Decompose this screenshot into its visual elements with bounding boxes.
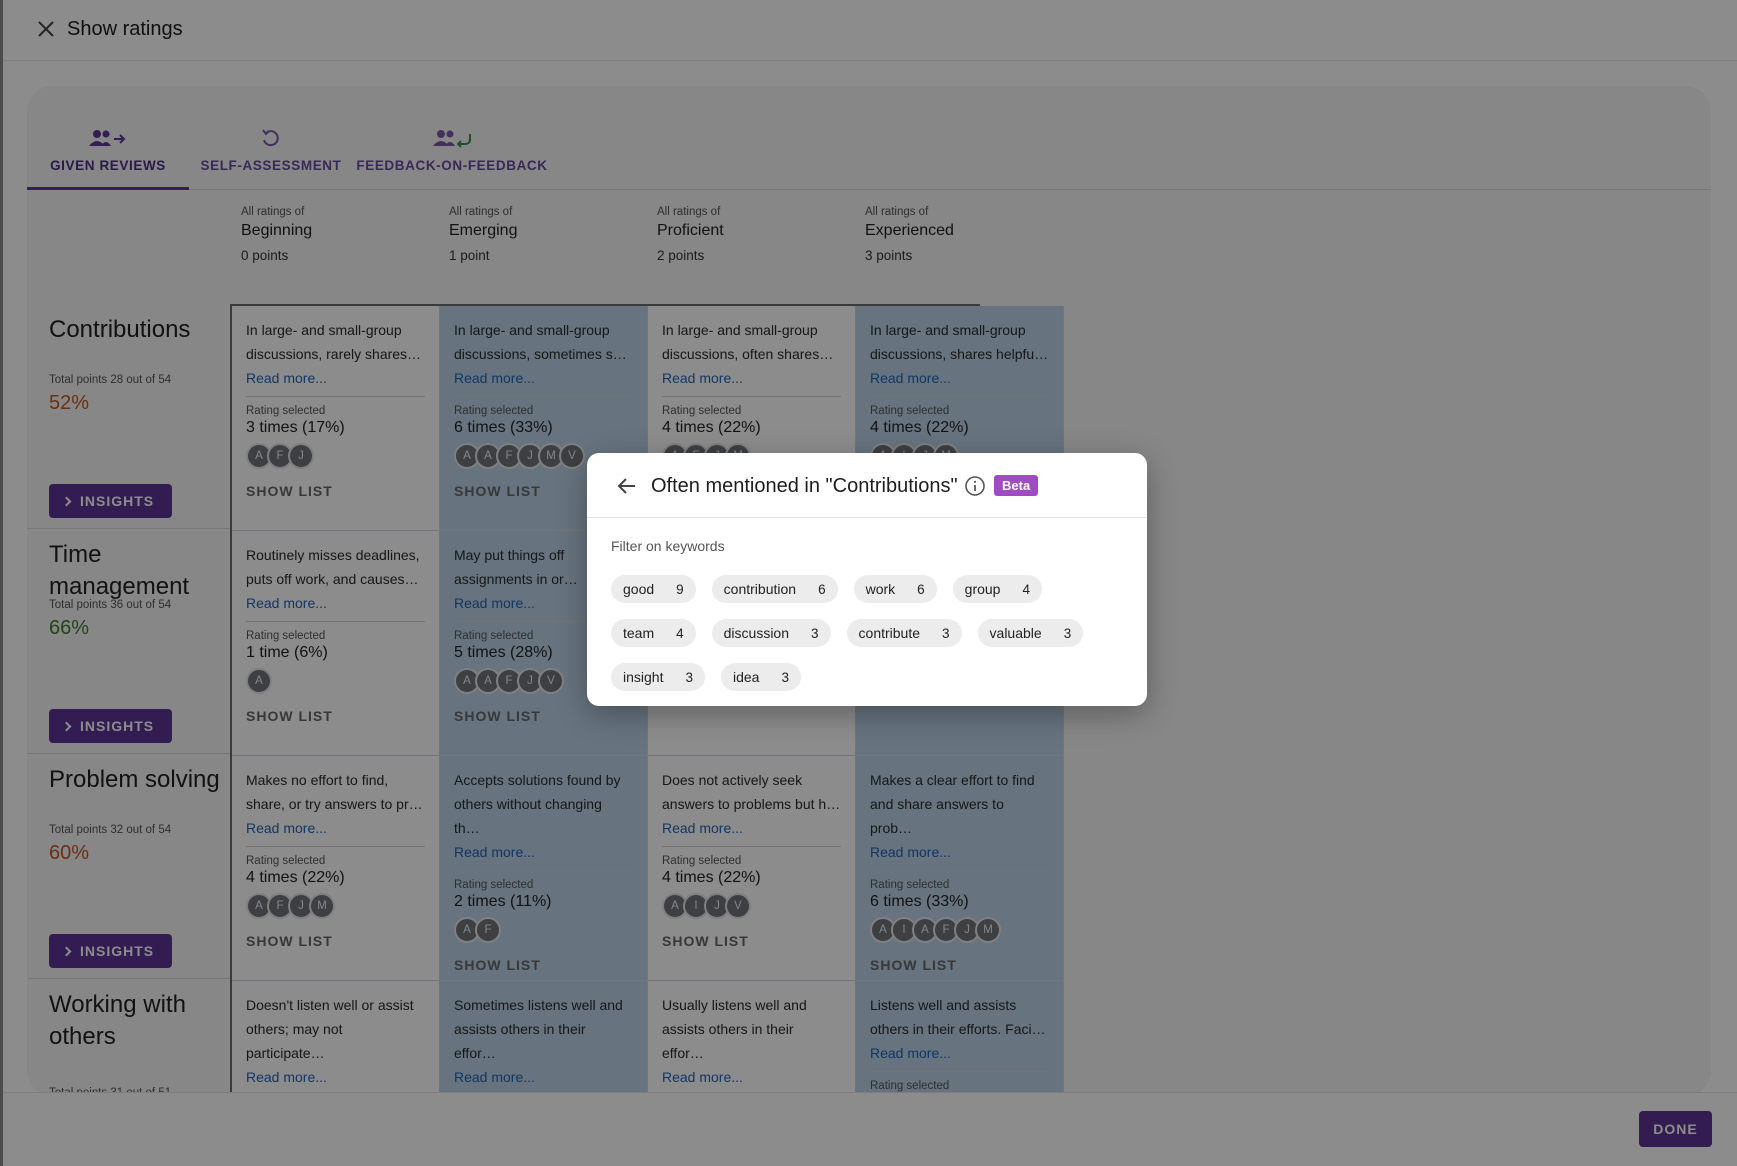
keyword-count: 6 — [917, 581, 925, 597]
keyword-chip[interactable]: discussion 3 — [711, 619, 831, 647]
keyword-chip[interactable]: work 6 — [853, 575, 937, 603]
keyword-count: 3 — [1063, 625, 1072, 641]
keyword-chip[interactable]: contribute 3 — [846, 619, 962, 647]
back-button[interactable] — [615, 474, 639, 498]
info-circle-icon — [965, 476, 985, 496]
keyword-chip[interactable]: team 4 — [611, 619, 696, 647]
keyword-label: insight — [623, 669, 664, 685]
keyword-label: contribute — [858, 625, 921, 641]
info-icon[interactable] — [964, 475, 986, 497]
keyword-label: contribution — [723, 581, 797, 597]
dialog-header: Often mentioned in "Contributions" Beta — [587, 453, 1147, 518]
keyword-count: 3 — [942, 625, 950, 641]
beta-badge: Beta — [994, 475, 1039, 496]
keyword-label: discussion — [723, 625, 790, 641]
dialog-title: Often mentioned in "Contributions" — [651, 475, 958, 497]
keyword-count: 3 — [811, 625, 819, 641]
keyword-count: 3 — [781, 669, 789, 685]
keyword-count: 3 — [685, 669, 693, 685]
arrow-left-icon — [617, 478, 635, 494]
keyword-chip[interactable]: idea 3 — [720, 663, 801, 691]
keyword-chips: good 9 contribution 6 work 6 group 4 team 4 discus… — [611, 575, 1131, 691]
keyword-label: good — [623, 581, 655, 597]
keyword-chip[interactable]: contribution 6 — [711, 575, 838, 603]
keyword-label: valuable — [989, 625, 1042, 641]
keyword-count: 4 — [676, 625, 684, 641]
insights-dialog: Often mentioned in "Contributions" Beta … — [587, 453, 1147, 706]
keyword-count: 9 — [676, 581, 684, 597]
keyword-count: 6 — [818, 581, 826, 597]
keyword-label: team — [623, 625, 655, 641]
keyword-chip[interactable]: good 9 — [611, 575, 696, 603]
keyword-chip[interactable]: insight 3 — [611, 663, 705, 691]
keyword-label: idea — [732, 669, 760, 685]
keyword-label: work — [865, 581, 896, 597]
keyword-count: 4 — [1022, 581, 1030, 597]
keyword-chip[interactable]: group 4 — [952, 575, 1042, 603]
filter-label: Filter on keywords — [611, 538, 725, 554]
keyword-chip[interactable]: valuable 3 — [977, 619, 1084, 647]
keyword-label: group — [964, 581, 1001, 597]
